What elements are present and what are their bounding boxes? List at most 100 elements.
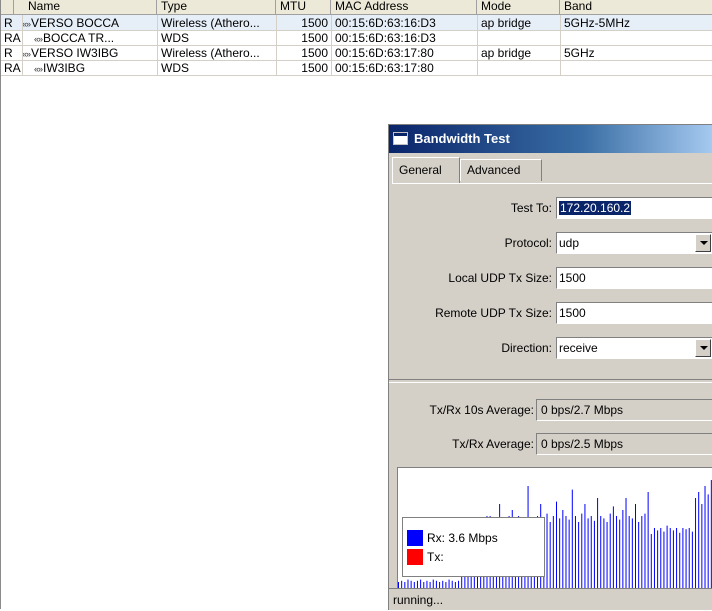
test-to-input[interactable]: 172.20.160.2: [556, 197, 712, 219]
row-flags: RA: [4, 31, 21, 45]
general-tab-panel: Test To: 172.20.160.2 Protocol: udp Loca…: [392, 183, 712, 374]
rx-bar: [435, 580, 437, 588]
rx-bar: [619, 519, 621, 588]
rx-bar: [448, 579, 450, 588]
row-type: Wireless (Athero...: [161, 16, 260, 30]
rx-bar: [628, 516, 630, 588]
row-name: «»BOCCA TR...: [34, 31, 115, 45]
rx-bar: [635, 504, 636, 588]
local-udp-tx-size-input[interactable]: 1500: [556, 267, 712, 289]
row-mode: ap bridge: [481, 46, 532, 60]
rx-bar: [432, 579, 434, 588]
rx-bar: [688, 528, 690, 588]
chevron-down-icon[interactable]: [695, 339, 711, 357]
rx-bar: [600, 516, 602, 588]
column-header-mac-address[interactable]: MAC Address: [331, 0, 477, 14]
rx-bar: [549, 522, 551, 588]
rx-bar: [426, 580, 428, 588]
rx-bar: [660, 528, 662, 588]
row-name: «»VERSO IW3IBG: [22, 46, 119, 60]
rx-bar: [556, 501, 557, 588]
remote-udp-tx-size-input[interactable]: 1500: [556, 302, 712, 324]
column-header-band[interactable]: Band: [560, 0, 712, 14]
rx-bar: [698, 492, 700, 588]
test-to-label: Test To:: [510, 201, 552, 215]
rx-bar: [650, 534, 652, 588]
rx-legend-label: Rx: 3.6 Mbps: [427, 531, 498, 545]
rx-bar: [682, 528, 684, 588]
rx-bar: [571, 489, 573, 588]
tab-advanced[interactable]: Advanced: [460, 159, 542, 181]
table-row[interactable]: R «»VERSO BOCCA Wireless (Athero... 1500…: [0, 15, 712, 31]
window-titlebar[interactable]: Bandwidth Test: [389, 125, 712, 153]
wireless-link-icon: «»: [22, 49, 31, 59]
rx-bar: [581, 513, 583, 588]
column-header-mode[interactable]: Mode: [477, 0, 560, 14]
rx-bar: [616, 516, 618, 588]
rx-bar: [657, 530, 659, 588]
rx-bar: [458, 580, 460, 588]
wireless-link-icon: «»: [22, 19, 31, 29]
rx-bar: [603, 518, 605, 588]
protocol-select[interactable]: udp: [556, 232, 712, 254]
rx-bar: [606, 522, 608, 588]
row-mode: [477, 30, 560, 46]
table-header: Name Type MTU MAC Address Mode Band: [0, 0, 712, 15]
row-mac-address: 00:15:6D:63:16:D3: [335, 16, 436, 30]
row-name: «»VERSO BOCCA: [22, 16, 120, 30]
rx-bar: [625, 498, 627, 588]
rx-bar: [584, 504, 586, 588]
graph-legend: Rx: 3.6 Mbps Tx:: [402, 517, 545, 577]
rx-bar: [552, 516, 554, 588]
table-row[interactable]: RA «»BOCCA TR... WDS 1500 00:15:6D:63:16…: [0, 30, 712, 46]
rx-bar: [416, 580, 418, 588]
rx-bar: [574, 516, 576, 588]
column-header-type[interactable]: Type: [157, 0, 276, 14]
rx-bar: [691, 531, 693, 588]
column-header-name[interactable]: Name: [14, 0, 157, 14]
rx-bar: [622, 510, 624, 588]
window-icon: [393, 132, 408, 145]
rx-bar: [663, 531, 665, 588]
bandwidth-test-window: Bandwidth Test General Advanced Test To:…: [388, 124, 712, 610]
remote-udp-tx-size-label: Remote UDP Tx Size:: [435, 306, 552, 320]
row-mtu: 1500: [301, 16, 328, 30]
tx-rx-average-label: Tx/Rx Average:: [452, 437, 534, 451]
column-header-mtu[interactable]: MTU: [276, 0, 331, 14]
row-divider: [0, 30, 712, 31]
tx-rx-average-value: 0 bps/2.5 Mbps: [536, 433, 712, 455]
table-row[interactable]: R «»VERSO IW3IBG Wireless (Athero... 150…: [0, 45, 712, 61]
rx-bar: [578, 522, 580, 588]
direction-select[interactable]: receive: [556, 337, 712, 359]
rx-bar: [666, 525, 668, 588]
row-flags: RA: [4, 61, 21, 75]
rx-bar: [704, 486, 706, 588]
tx-rx-10s-average-value: 0 bps/2.7 Mbps: [536, 399, 712, 421]
protocol-label: Protocol:: [504, 236, 552, 250]
section-divider: [389, 379, 712, 383]
table-row[interactable]: RA «»IW3IBG WDS 1500 00:15:6D:63:17:80: [0, 60, 712, 76]
rx-bar: [644, 513, 646, 588]
row-mtu: 1500: [301, 46, 328, 60]
rx-bar: [568, 519, 570, 588]
rx-bar: [442, 580, 444, 588]
rx-bar: [695, 498, 697, 588]
rx-bar: [653, 528, 655, 588]
column-header-flags[interactable]: [0, 0, 14, 14]
rx-bar: [685, 529, 687, 588]
rx-bar: [707, 494, 709, 588]
tab-general[interactable]: General: [392, 157, 460, 183]
row-mtu: 1500: [301, 61, 328, 75]
rx-bar: [597, 498, 599, 588]
row-type: WDS: [161, 61, 189, 75]
wds-link-icon: «»: [34, 64, 43, 74]
chevron-down-icon[interactable]: [695, 234, 711, 252]
rx-bar: [420, 579, 422, 588]
rx-bar: [407, 579, 409, 588]
row-band: 5GHz-5MHz: [564, 16, 631, 30]
rx-bar: [562, 510, 564, 588]
row-divider: [0, 75, 712, 76]
rx-color-swatch: [407, 530, 423, 546]
row-name: «»IW3IBG: [34, 61, 86, 75]
rx-bar: [593, 520, 595, 588]
